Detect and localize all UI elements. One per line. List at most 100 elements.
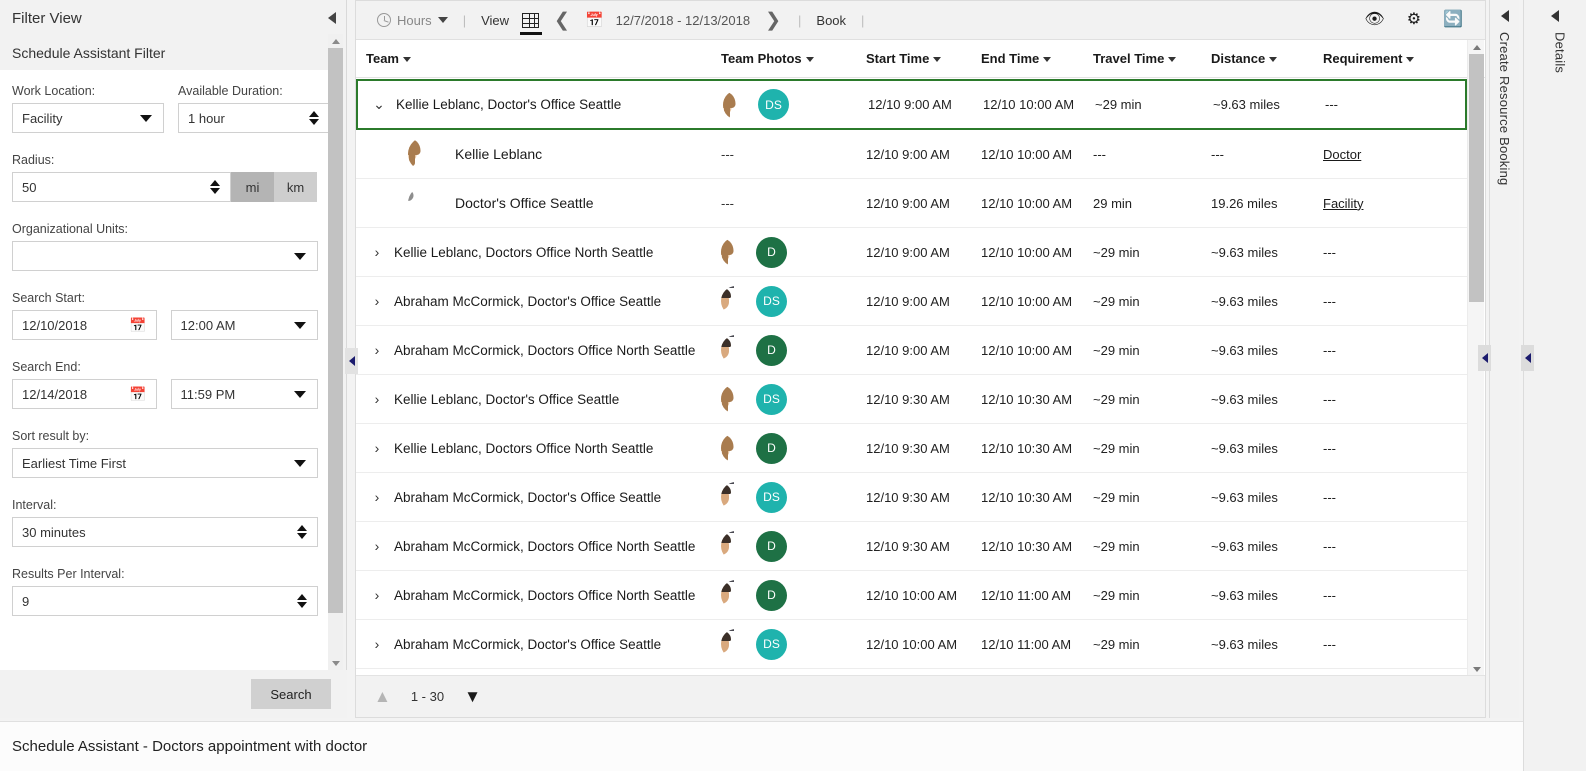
avatar xyxy=(408,186,442,220)
expander-expand-icon[interactable]: › xyxy=(366,440,388,456)
end-time-value: 12/10 10:00 AM xyxy=(981,146,1073,162)
column-header-team-photos[interactable]: Team Photos xyxy=(721,51,866,66)
distance-value: --- xyxy=(1211,146,1224,162)
sort-select[interactable]: Earliest Time First xyxy=(12,448,318,478)
expander-expand-icon[interactable]: › xyxy=(366,293,388,309)
calendar-icon[interactable]: 📅 xyxy=(129,387,146,401)
book-button[interactable]: Book xyxy=(809,1,853,40)
expander-collapse-icon[interactable]: ⌄ xyxy=(368,96,390,113)
scrollbar-thumb[interactable] xyxy=(328,48,343,613)
table-row[interactable]: › Abraham McCormick, Doctors Office North… xyxy=(356,522,1467,571)
team-photos-value: --- xyxy=(721,195,734,211)
scroll-down-icon[interactable] xyxy=(1468,662,1485,676)
column-label: Team Photos xyxy=(721,51,802,66)
table-row[interactable]: › Kellie Leblanc, Doctor's Office Seattle… xyxy=(356,375,1467,424)
details-panel[interactable]: Details xyxy=(1523,0,1586,771)
team-badge: D xyxy=(756,334,787,366)
stepper-arrows-icon[interactable] xyxy=(297,594,307,608)
next-period-button[interactable]: ❯ xyxy=(756,11,790,30)
details-handle[interactable] xyxy=(1521,345,1534,371)
table-row[interactable]: › Kellie Leblanc, Doctors Office North Se… xyxy=(356,424,1467,473)
table-row[interactable]: › Abraham McCormick, Doctors Office North… xyxy=(356,571,1467,620)
distance-value: ~9.63 miles xyxy=(1211,293,1278,309)
expander-expand-icon[interactable]: › xyxy=(366,587,388,603)
search-end-time-select[interactable]: 11:59 PM xyxy=(170,379,318,409)
search-button[interactable]: Search xyxy=(251,679,331,709)
travel-time-value: ~29 min xyxy=(1093,293,1140,309)
avatar xyxy=(723,90,753,120)
search-start-time-select[interactable]: 12:00 AM xyxy=(170,310,318,340)
grid-view-button[interactable] xyxy=(516,1,545,40)
calendar-icon[interactable]: 📅 xyxy=(129,318,146,332)
filter-scrollbar[interactable] xyxy=(328,34,343,670)
column-label: Travel Time xyxy=(1093,51,1165,66)
team-badge: D xyxy=(756,236,787,268)
table-row[interactable]: › Abraham McCormick, Doctor's Office Seat… xyxy=(356,473,1467,522)
stepper-arrows-icon[interactable] xyxy=(297,525,307,539)
column-header-travel-time[interactable]: Travel Time xyxy=(1093,51,1211,66)
toolbar-separator: | xyxy=(798,12,802,28)
column-header-team[interactable]: Team xyxy=(356,51,721,66)
team-badge: D xyxy=(756,530,787,562)
column-header-start-time[interactable]: Start Time xyxy=(866,51,981,66)
expander-expand-icon[interactable]: › xyxy=(366,391,388,407)
scroll-down-icon[interactable] xyxy=(328,656,343,670)
table-child-row[interactable]: Kellie Leblanc --- 12/10 9:00 AM 12/10 10:0… xyxy=(356,130,1467,179)
eye-icon[interactable]: 👁 xyxy=(1364,12,1384,28)
scrollbar-thumb[interactable] xyxy=(1469,54,1484,302)
column-header-end-time[interactable]: End Time xyxy=(981,51,1093,66)
team-name: Abraham McCormick, Doctors Office North … xyxy=(394,342,696,358)
end-time-value: 12/10 10:00 AM xyxy=(981,293,1073,309)
unit-mi-button[interactable]: mi xyxy=(231,172,274,202)
create-resource-booking-handle[interactable] xyxy=(1478,345,1491,371)
stepper-arrows-icon[interactable] xyxy=(210,180,220,194)
page-previous-icon[interactable]: ▲ xyxy=(370,688,395,705)
table-row[interactable]: › Abraham McCormick, Doctors Office North… xyxy=(356,326,1467,375)
search-start-date-input[interactable]: 12/10/2018 📅 xyxy=(12,310,157,340)
expander-expand-icon[interactable]: › xyxy=(366,538,388,554)
results-per-interval-stepper[interactable]: 9 xyxy=(12,586,318,616)
table-row[interactable]: › Abraham McCormick, Doctor's Office Seat… xyxy=(356,277,1467,326)
previous-period-button[interactable]: ❮ xyxy=(545,11,579,30)
search-end-date-input[interactable]: 12/14/2018 📅 xyxy=(12,379,157,409)
clock-icon xyxy=(377,13,391,27)
panel-divider-collapse-icon[interactable] xyxy=(345,348,358,374)
calendar-icon[interactable]: 📅 xyxy=(579,11,610,29)
available-duration-label: Available Duration: xyxy=(178,84,283,98)
avatar xyxy=(721,629,751,659)
expander-expand-icon[interactable]: › xyxy=(366,489,388,505)
status-bar: Schedule Assistant - Doctors appointment… xyxy=(0,721,1523,771)
work-location-select[interactable]: Facility xyxy=(12,103,164,133)
collapse-left-icon[interactable] xyxy=(1500,10,1509,22)
refresh-icon[interactable]: 🔄 xyxy=(1443,12,1463,28)
create-resource-booking-panel[interactable]: Create Resource Booking xyxy=(1489,0,1519,718)
expander-expand-icon[interactable]: › xyxy=(366,244,388,260)
gear-icon[interactable]: ⚙ xyxy=(1407,12,1421,28)
interval-stepper[interactable]: 30 minutes xyxy=(12,517,318,547)
page-next-icon[interactable]: ▼ xyxy=(460,688,485,705)
available-duration-stepper[interactable]: 1 hour xyxy=(178,103,330,133)
scroll-up-icon[interactable] xyxy=(328,34,343,48)
stepper-arrows-icon[interactable] xyxy=(309,111,319,125)
column-header-requirement[interactable]: Requirement xyxy=(1323,51,1458,66)
scroll-up-icon[interactable] xyxy=(1468,40,1485,54)
table-row[interactable]: › Abraham McCormick, Doctor's Office Seat… xyxy=(356,620,1467,669)
radius-stepper[interactable]: 50 xyxy=(12,172,231,202)
org-units-select[interactable] xyxy=(12,241,318,271)
collapse-left-icon[interactable] xyxy=(1551,10,1559,22)
table-row-selected[interactable]: ⌄ Kellie Leblanc, Doctor's Office Seattle… xyxy=(356,79,1467,130)
table-row[interactable]: › Kellie Leblanc, Doctors Office North Se… xyxy=(356,228,1467,277)
team-photos-value: --- xyxy=(721,146,734,162)
collapse-left-icon[interactable] xyxy=(328,12,336,24)
expander-expand-icon[interactable]: › xyxy=(366,636,388,652)
requirement-link[interactable]: Facility xyxy=(1323,196,1363,211)
requirement-value: --- xyxy=(1323,440,1336,456)
table-child-row[interactable]: Doctor's Office Seattle --- 12/10 9:00 AM 1… xyxy=(356,179,1467,228)
expander-expand-icon[interactable]: › xyxy=(366,342,388,358)
requirement-value: --- xyxy=(1323,636,1336,652)
hours-dropdown[interactable]: Hours xyxy=(370,1,455,40)
requirement-link[interactable]: Doctor xyxy=(1323,147,1361,162)
column-header-distance[interactable]: Distance xyxy=(1211,51,1323,66)
unit-km-button[interactable]: km xyxy=(274,172,317,202)
chevron-down-icon xyxy=(805,57,814,62)
